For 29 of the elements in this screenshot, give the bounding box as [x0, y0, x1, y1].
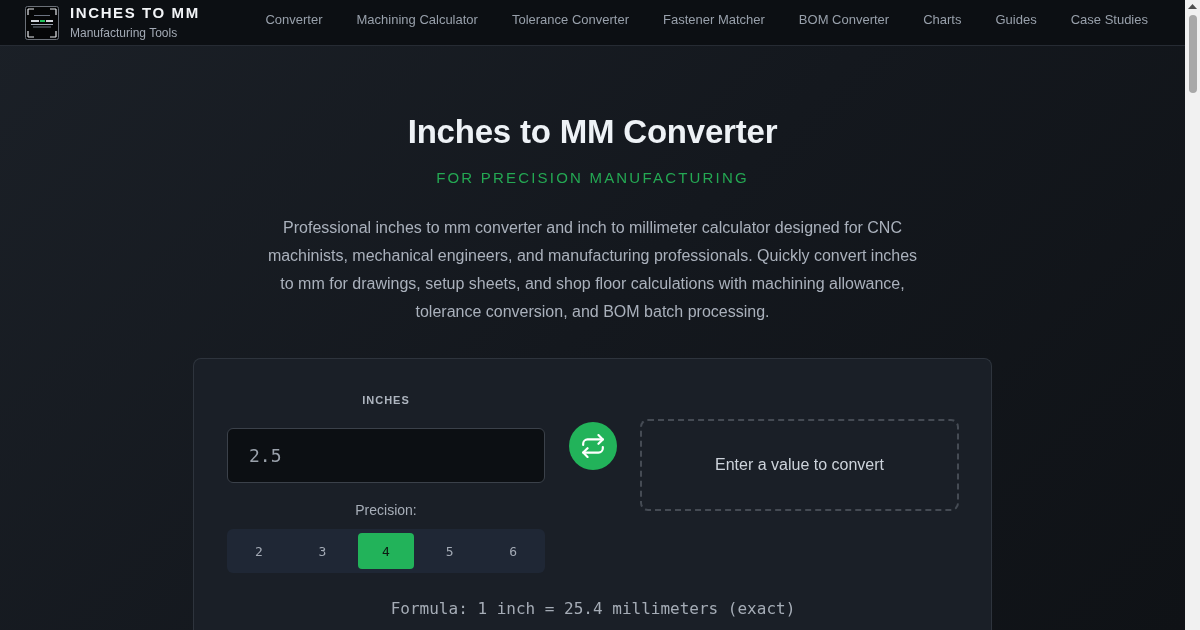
page-title: Inches to MM Converter: [407, 112, 778, 152]
nav-link[interactable]: Fastener Matcher: [663, 11, 765, 28]
nav-link[interactable]: Converter: [265, 11, 323, 28]
field-label: INCHES: [362, 393, 410, 407]
intro-paragraph: Professional inches to mm converter and inch to millimeter calculator designed for CNC machinists, mechanical engineers, and manufacturing professionals. Quickly convert inches to mm for drawings, setup sheets, and shop floor calculations with machining allowance, tolerance conversion, and BOM batch processing.: [266, 218, 919, 322]
scrollbar-thumb[interactable]: [1188, 15, 1197, 93]
nav-link[interactable]: Guides: [995, 11, 1037, 28]
nav-link[interactable]: Case Studies: [1070, 11, 1148, 28]
brand-title: INCHES TO MM: [70, 5, 200, 21]
precision-option[interactable]: 6: [485, 533, 541, 569]
precision-option[interactable]: 5: [421, 533, 478, 569]
precision-option[interactable]: 4: [358, 533, 414, 569]
nav-link[interactable]: BOM Converter: [798, 11, 890, 28]
precision-label: Precision:: [355, 501, 417, 519]
result-display: Enter a value to convert: [640, 419, 959, 511]
caret-up-icon[interactable]: [1188, 4, 1197, 9]
precision-option[interactable]: 3: [294, 533, 351, 569]
page-subtitle: FOR PRECISION MANUFACTURING: [436, 168, 749, 188]
nav-link[interactable]: Tolerance Converter: [511, 11, 629, 28]
formula-text: Formula: 1 inch = 25.4 millimeters (exact): [389, 599, 797, 619]
scrollbar-track[interactable]: [1185, 0, 1200, 630]
swap-button[interactable]: [568, 422, 617, 470]
inches-input[interactable]: 2.5: [227, 428, 545, 483]
nav-link[interactable]: Charts: [923, 11, 962, 28]
logo-icon: [25, 5, 59, 40]
repeat-arrows-icon: [580, 434, 605, 458]
precision-option[interactable]: 2: [231, 533, 287, 569]
brand-subtitle: Manufacturing Tools: [70, 26, 179, 40]
nav-link[interactable]: Machining Calculator: [356, 11, 478, 28]
